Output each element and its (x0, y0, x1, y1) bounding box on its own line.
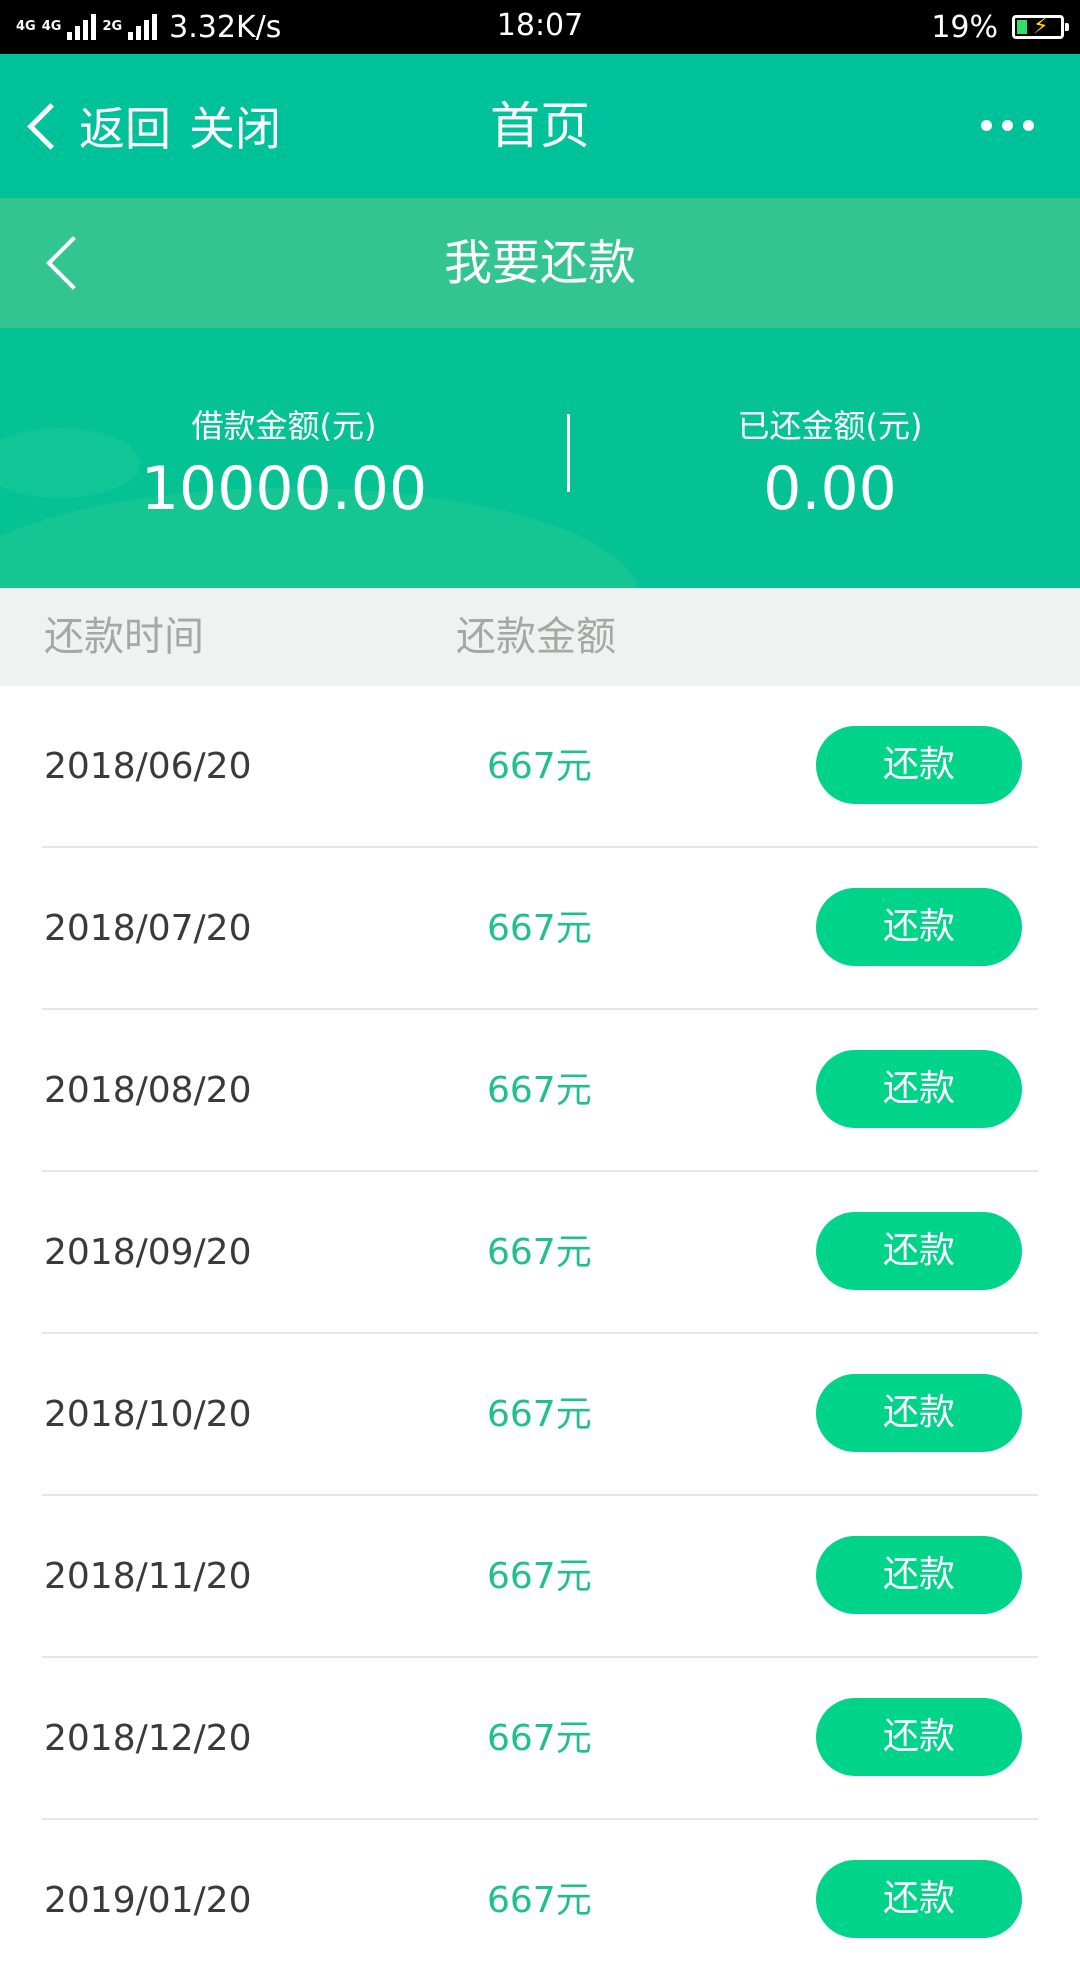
title-bar: 首页 返回 关闭 (0, 54, 1080, 198)
repay-button[interactable]: 还款 (816, 1050, 1022, 1128)
repay-amount: 667元 (487, 1394, 592, 1435)
repay-button[interactable]: 还款 (816, 1212, 1022, 1290)
repay-date: 2018/07/20 (44, 908, 252, 949)
table-row: 2018/06/20 667元 还款 (0, 686, 1080, 848)
repay-date: 2018/06/20 (44, 746, 252, 787)
table-row: 2018/11/20 667元 还款 (0, 1496, 1080, 1658)
back-button[interactable]: 返回 (79, 93, 171, 159)
table-row: 2018/09/20 667元 还款 (0, 1172, 1080, 1334)
header-repay-time: 还款时间 (44, 614, 204, 660)
table-row: 2018/08/20 667元 还款 (0, 1010, 1080, 1172)
table-header: 还款时间 还款金额 (0, 588, 1080, 686)
repay-button[interactable]: 还款 (816, 1698, 1022, 1776)
header-repay-amount: 还款金额 (456, 614, 616, 660)
status-bar: 4G 4G 2G 3.32K/s 18:07 19% ⚡ (0, 0, 1080, 54)
repay-amount: 667元 (487, 1880, 592, 1921)
battery-indicator: 19% ⚡ (931, 8, 1069, 46)
loan-amount-block: 借款金额(元) 10000.00 (14, 406, 554, 528)
repay-button[interactable]: 还款 (816, 1374, 1022, 1452)
repay-amount: 667元 (487, 746, 592, 787)
repay-button[interactable]: 还款 (816, 1536, 1022, 1614)
table-row: 2018/10/20 667元 还款 (0, 1334, 1080, 1496)
repay-button[interactable]: 还款 (816, 726, 1022, 804)
battery-percent: 19% (931, 9, 998, 45)
repay-date: 2019/01/20 (44, 1880, 252, 1921)
repaid-amount-label: 已还金额(元) (737, 407, 923, 445)
repay-amount: 667元 (487, 1070, 592, 1111)
repaid-amount-block: 已还金额(元) 0.00 (540, 406, 1080, 528)
more-options-icon[interactable] (981, 120, 1034, 131)
table-row: 2019/01/20 667元 还款 (0, 1820, 1080, 1982)
repayment-list: 2018/06/20 667元 还款 2018/07/20 667元 还款 20… (0, 686, 1080, 1982)
repay-date: 2018/11/20 (44, 1556, 252, 1597)
repay-amount: 667元 (487, 1232, 592, 1273)
loan-amount-label: 借款金额(元) (191, 407, 377, 445)
repay-button[interactable]: 还款 (816, 1860, 1022, 1938)
loan-summary: 借款金额(元) 10000.00 已还金额(元) 0.00 (0, 328, 1080, 588)
battery-icon: ⚡ (1012, 14, 1069, 39)
charging-icon: ⚡ (1033, 14, 1049, 39)
close-button[interactable]: 关闭 (189, 93, 281, 159)
loan-amount-value: 10000.00 (140, 454, 428, 524)
repaid-amount-value: 0.00 (763, 454, 897, 524)
table-row: 2018/07/20 667元 还款 (0, 848, 1080, 1010)
back-chevron-icon[interactable] (27, 102, 74, 150)
sub-header: 我要还款 (0, 198, 1080, 328)
repay-amount: 667元 (487, 1718, 592, 1759)
repay-date: 2018/09/20 (44, 1232, 252, 1273)
section-title: 我要还款 (443, 235, 636, 291)
nav-group: 返回 关闭 (20, 54, 281, 198)
clock: 18:07 (496, 8, 584, 43)
repay-date: 2018/10/20 (44, 1394, 252, 1435)
repay-button[interactable]: 还款 (816, 888, 1022, 966)
table-row: 2018/12/20 667元 还款 (0, 1658, 1080, 1820)
repay-amount: 667元 (487, 1556, 592, 1597)
repay-date: 2018/12/20 (44, 1718, 252, 1759)
repay-amount: 667元 (487, 908, 592, 949)
repay-date: 2018/08/20 (44, 1070, 252, 1111)
